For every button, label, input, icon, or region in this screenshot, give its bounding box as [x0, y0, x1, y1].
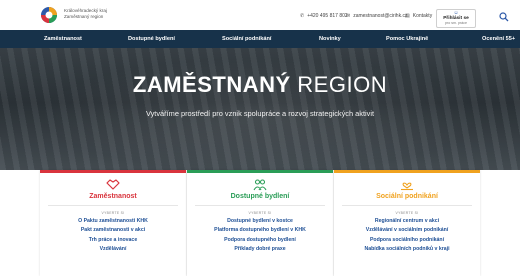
contacts-label: Kontakty [412, 13, 433, 19]
contacts-link[interactable]: ▤ Kontakty [405, 13, 432, 19]
card-title[interactable]: Sociální podnikání [334, 193, 480, 200]
hero-title: ZAMĚSTNANÝ REGION [0, 72, 520, 98]
heart-hand-icon [400, 179, 414, 191]
card-link[interactable]: Podpora sociálního podnikání [334, 236, 480, 244]
hero-title-light: REGION [297, 72, 388, 97]
card-label: VYBERTE SI [395, 211, 419, 215]
nav-item-socialni-podnikani[interactable]: Sociální podnikání [222, 30, 271, 48]
divider [195, 205, 325, 206]
card-link[interactable]: Nabídka sociálních podniků v kraji [334, 245, 480, 253]
card-link[interactable]: Vzdělávání [40, 245, 186, 253]
phone-link[interactable]: ✆ +420 495 817 802 [300, 13, 348, 19]
card-title[interactable]: Dostupné bydlení [187, 193, 333, 200]
search-icon [499, 12, 509, 22]
handshake-icon [106, 179, 120, 191]
top-bar: Královéhradecký kraj Zaměstnaný region ✆… [0, 0, 520, 30]
login-button[interactable]: ☺ Přihlásit se pro sm. práce [436, 9, 476, 28]
card-link[interactable]: Pakt zaměstnanosti v akci [40, 226, 186, 234]
card-link[interactable]: Příklady dobré praxe [187, 245, 333, 253]
hero-banner: ZAMĚSTNANÝ REGION Vytváříme prostředí pr… [0, 48, 520, 170]
divider [48, 205, 178, 206]
card-socialni-podnikani: Sociální podnikání VYBERTE SI Regionální… [334, 170, 480, 276]
org-line-1: Královéhradecký kraj [64, 8, 107, 13]
email-address: zamestnanost@cirihk.cz [353, 13, 408, 19]
divider [342, 205, 472, 206]
card-link[interactable]: O Paktu zaměstnanosti KHK [40, 217, 186, 225]
card-zamestnanost: Zaměstnanost VYBERTE SI O Paktu zaměstna… [40, 170, 186, 276]
card-link[interactable]: Regionální centrum v akci [334, 217, 480, 225]
people-icon [253, 179, 267, 191]
nav-item-oceneni[interactable]: Ocenění 55+ [482, 30, 515, 48]
card-icon: ▤ [405, 13, 410, 19]
card-link[interactable]: Podpora dostupného bydlení [187, 236, 333, 244]
phone-icon: ✆ [300, 13, 305, 19]
org-name[interactable]: Královéhradecký kraj Zaměstnaný region [64, 8, 107, 19]
card-label: VYBERTE SI [248, 211, 272, 215]
card-dostupne-bydleni: Dostupné bydlení VYBERTE SI Dostupné byd… [187, 170, 333, 276]
card-link[interactable]: Trh práce a inovace [40, 236, 186, 244]
nav-item-zamestnanost[interactable]: Zaměstnanost [44, 30, 82, 48]
hero-title-bold: ZAMĚSTNANÝ [132, 72, 291, 97]
org-line-2: Zaměstnaný region [64, 13, 104, 19]
nav-item-novinky[interactable]: Novinky [319, 30, 341, 48]
card-link[interactable]: Platforma dostupného bydlení v KHK [187, 226, 333, 234]
login-sublabel: pro sm. práce [445, 21, 467, 25]
category-cards: Zaměstnanost VYBERTE SI O Paktu zaměstna… [40, 170, 480, 276]
nav-item-pomoc-ukrajine[interactable]: Pomoc Ukrajině [386, 30, 428, 48]
nav-item-dostupne-bydleni[interactable]: Dostupné bydlení [128, 30, 175, 48]
email-link[interactable]: ✉ zamestnanost@cirihk.cz [346, 13, 407, 19]
card-title[interactable]: Zaměstnanost [40, 193, 186, 200]
card-link[interactable]: Dostupné bydlení v kostce [187, 217, 333, 225]
phone-number: +420 495 817 802 [307, 13, 348, 19]
hero-subtitle: Vytváříme prostředí pro vznik spolupráce… [145, 109, 375, 118]
card-label: VYBERTE SI [101, 211, 125, 215]
logo-icon[interactable] [40, 6, 58, 24]
main-nav: Zaměstnanost Dostupné bydlení Sociální p… [0, 30, 520, 48]
search-button[interactable] [497, 10, 511, 24]
card-link[interactable]: Vzdělávání v sociálním podnikání [334, 226, 480, 234]
envelope-icon: ✉ [346, 13, 351, 19]
